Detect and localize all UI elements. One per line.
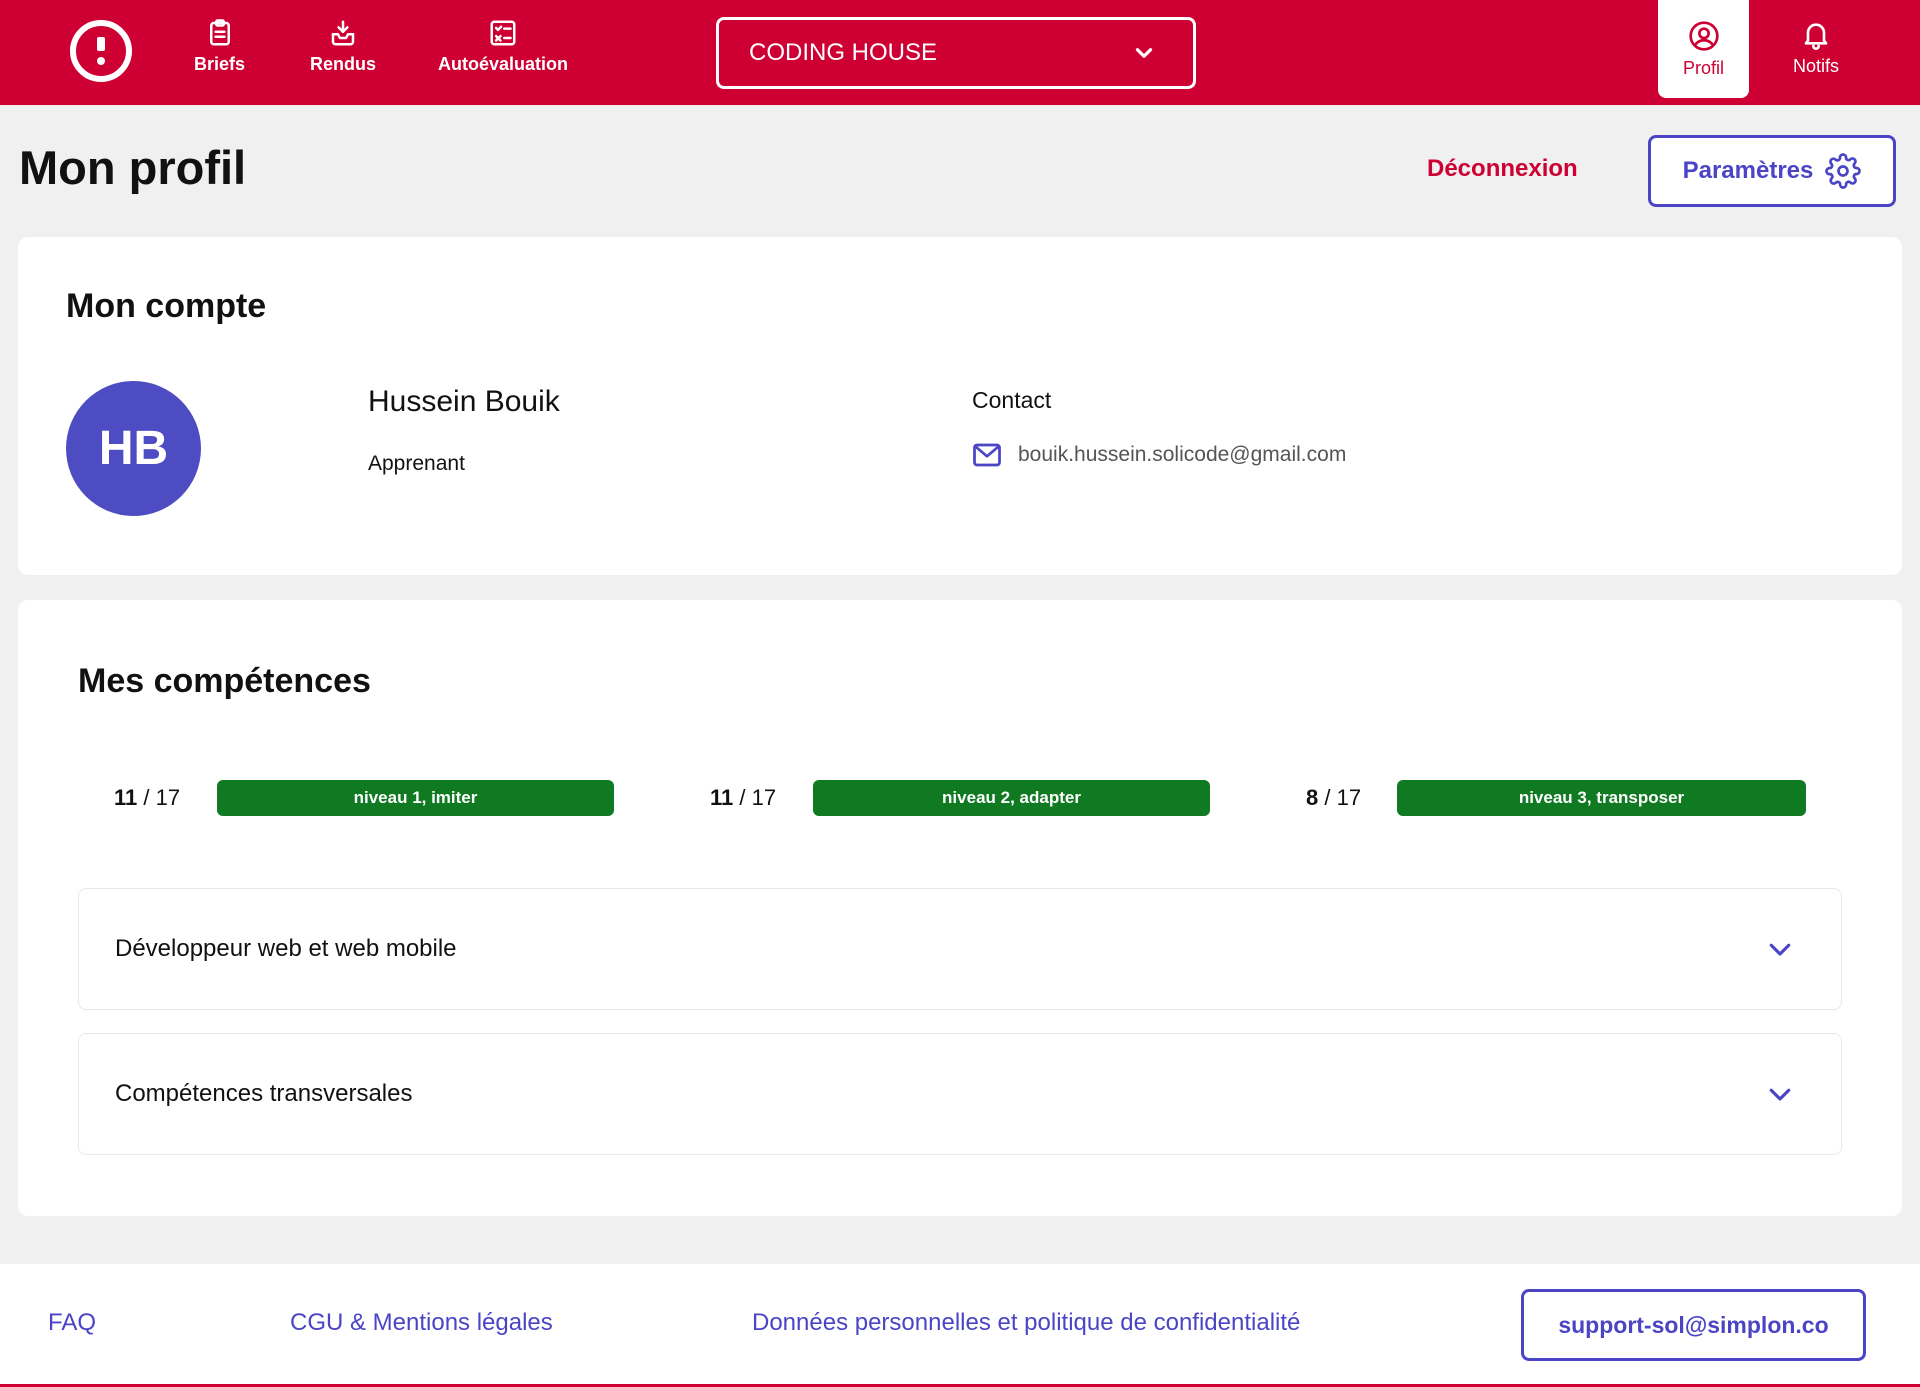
- skill-level-count: 8 / 17: [1306, 785, 1397, 811]
- skill-level-3: 8 / 17 niveau 3, transposer: [1306, 780, 1806, 816]
- skill-level-2: 11 / 17 niveau 2, adapter: [710, 780, 1210, 816]
- skill-level-done: 11: [710, 785, 734, 810]
- inbox-download-icon: [331, 20, 355, 46]
- nav-rendus-label: Rendus: [310, 54, 377, 74]
- top-navigation: Briefs Rendus Autoévaluation CODING HOUS…: [0, 0, 1920, 105]
- skill-level-badge: niveau 3, transposer: [1397, 780, 1806, 816]
- contact-email-text: bouik.hussein.solicode@gmail.com: [1018, 443, 1347, 466]
- nav-notifs-label: Notifs: [1792, 56, 1839, 76]
- skills-title: Mes compétences: [78, 662, 371, 700]
- skill-level-done: 11: [114, 785, 138, 810]
- nav-briefs[interactable]: Briefs: [194, 18, 245, 75]
- gear-icon: [1825, 153, 1862, 189]
- settings-button[interactable]: Paramètres: [1648, 135, 1896, 207]
- accordion-label: Compétences transversales: [115, 1080, 413, 1107]
- settings-button-label: Paramètres: [1682, 157, 1814, 184]
- checklist-icon: [490, 20, 516, 46]
- skill-level-total: / 17: [143, 785, 181, 810]
- skill-level-1: 11 / 17 niveau 1, imiter: [114, 780, 614, 816]
- avatar: HB: [66, 381, 201, 516]
- nav-autoevaluation[interactable]: Autoévaluation: [438, 18, 568, 75]
- user-role: Apprenant: [368, 452, 465, 475]
- organization-select-value: CODING HOUSE: [749, 39, 938, 66]
- page-title: Mon profil: [19, 141, 247, 194]
- skill-level-badge: niveau 2, adapter: [813, 780, 1210, 816]
- nav-profil-label: Profil: [1682, 57, 1724, 78]
- account-title: Mon compte: [66, 287, 267, 325]
- chevron-down-icon: [1769, 1088, 1791, 1101]
- contact-email[interactable]: bouik.hussein.solicode@gmail.com: [972, 442, 1346, 468]
- skill-level-count: 11 / 17: [710, 785, 813, 811]
- skill-level-count: 11 / 17: [114, 785, 217, 811]
- mail-icon: [973, 443, 1001, 467]
- account-card: Mon compte HB Hussein Bouik Apprenant Co…: [18, 237, 1902, 575]
- skill-level-total: / 17: [739, 785, 777, 810]
- contact-label: Contact: [972, 387, 1052, 413]
- support-email-button[interactable]: support-sol@simplon.co: [1521, 1289, 1866, 1361]
- accordion-transversales[interactable]: Compétences transversales: [78, 1033, 1842, 1155]
- nav-profil[interactable]: Profil: [1658, 0, 1749, 98]
- skill-level-total: / 17: [1324, 785, 1362, 810]
- skills-card: Mes compétences 11 / 17 niveau 1, imiter…: [18, 600, 1902, 1216]
- nav-notifs[interactable]: Notifs: [1770, 18, 1862, 77]
- skill-level-done: 8: [1306, 785, 1319, 810]
- nav-rendus[interactable]: Rendus: [310, 18, 376, 75]
- user-name: Hussein Bouik: [368, 385, 560, 418]
- bell-icon: [1804, 23, 1828, 50]
- footer-faq-link[interactable]: FAQ: [48, 1309, 96, 1337]
- footer: FAQ CGU & Mentions légales Données perso…: [0, 1264, 1920, 1387]
- footer-privacy-link[interactable]: Données personnelles et politique de con…: [752, 1309, 1300, 1337]
- skill-level-badge: niveau 1, imiter: [217, 780, 614, 816]
- nav-autoevaluation-label: Autoévaluation: [438, 54, 569, 74]
- user-circle-icon: [1688, 20, 1719, 51]
- clipboard-icon: [209, 19, 230, 46]
- accordion-dev-web[interactable]: Développeur web et web mobile: [78, 888, 1842, 1010]
- footer-cgu-link[interactable]: CGU & Mentions légales: [290, 1309, 553, 1337]
- nav-briefs-label: Briefs: [194, 54, 246, 74]
- organization-select[interactable]: CODING HOUSE: [716, 17, 1196, 89]
- chevron-down-icon: [1135, 48, 1153, 58]
- app-logo-icon[interactable]: [70, 20, 132, 82]
- accordion-label: Développeur web et web mobile: [115, 935, 457, 962]
- chevron-down-icon: [1769, 943, 1791, 956]
- logout-link[interactable]: Déconnexion: [1427, 155, 1578, 183]
